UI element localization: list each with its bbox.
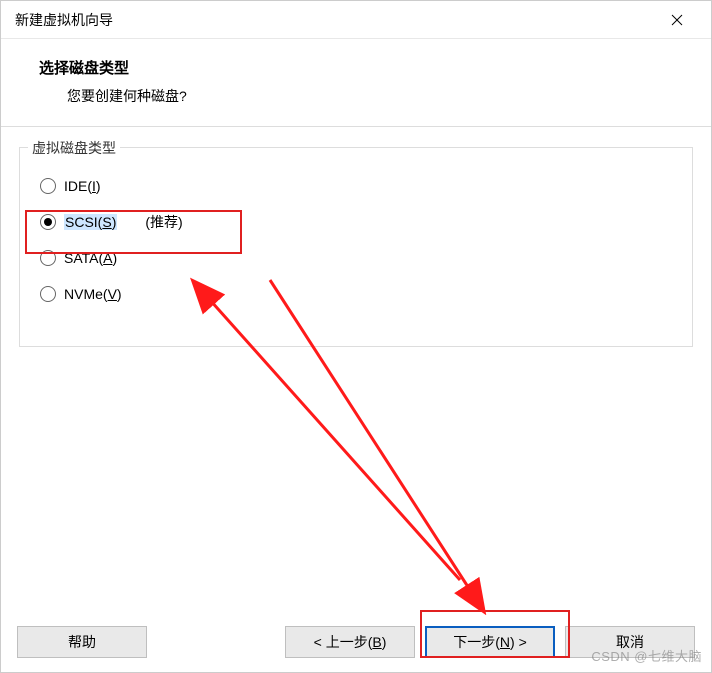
disk-type-group: 虚拟磁盘类型 IDE(I) SCSI(S) (推荐) SATA(A) NVMe(… (19, 147, 693, 347)
wizard-header: 选择磁盘类型 您要创建何种磁盘? (1, 39, 711, 127)
page-title: 选择磁盘类型 (39, 57, 693, 78)
help-button[interactable]: 帮助 (17, 626, 147, 658)
radio-ide[interactable] (40, 178, 56, 194)
button-bar: 帮助 < 上一步(B) 下一步(N) > 取消 (1, 614, 711, 672)
page-subtitle: 您要创建何种磁盘? (39, 86, 693, 106)
recommend-label: (推荐) (145, 212, 182, 232)
button-right-group: < 上一步(B) 下一步(N) > 取消 (285, 626, 695, 658)
radio-sata-label[interactable]: SATA(A) (64, 250, 117, 266)
radio-nvme[interactable] (40, 286, 56, 302)
button-left-group: 帮助 (17, 626, 147, 658)
radio-nvme-label[interactable]: NVMe(V) (64, 286, 122, 302)
group-label: 虚拟磁盘类型 (28, 138, 120, 158)
radio-scsi[interactable] (40, 214, 56, 230)
window-title: 新建虚拟机向导 (15, 10, 113, 30)
radio-scsi-label[interactable]: SCSI(S) (64, 214, 117, 230)
option-scsi: SCSI(S) (推荐) (34, 204, 678, 240)
cancel-button[interactable]: 取消 (565, 626, 695, 658)
option-sata: SATA(A) (34, 240, 678, 276)
radio-sata[interactable] (40, 250, 56, 266)
option-nvme: NVMe(V) (34, 276, 678, 312)
close-icon (671, 14, 683, 26)
wizard-window: 新建虚拟机向导 选择磁盘类型 您要创建何种磁盘? 虚拟磁盘类型 IDE(I) S… (0, 0, 712, 673)
titlebar: 新建虚拟机向导 (1, 1, 711, 39)
close-button[interactable] (657, 4, 697, 36)
back-button[interactable]: < 上一步(B) (285, 626, 415, 658)
option-ide: IDE(I) (34, 168, 678, 204)
radio-ide-label[interactable]: IDE(I) (64, 178, 101, 194)
content-area: 虚拟磁盘类型 IDE(I) SCSI(S) (推荐) SATA(A) NVMe(… (1, 127, 711, 614)
next-button[interactable]: 下一步(N) > (425, 626, 555, 658)
